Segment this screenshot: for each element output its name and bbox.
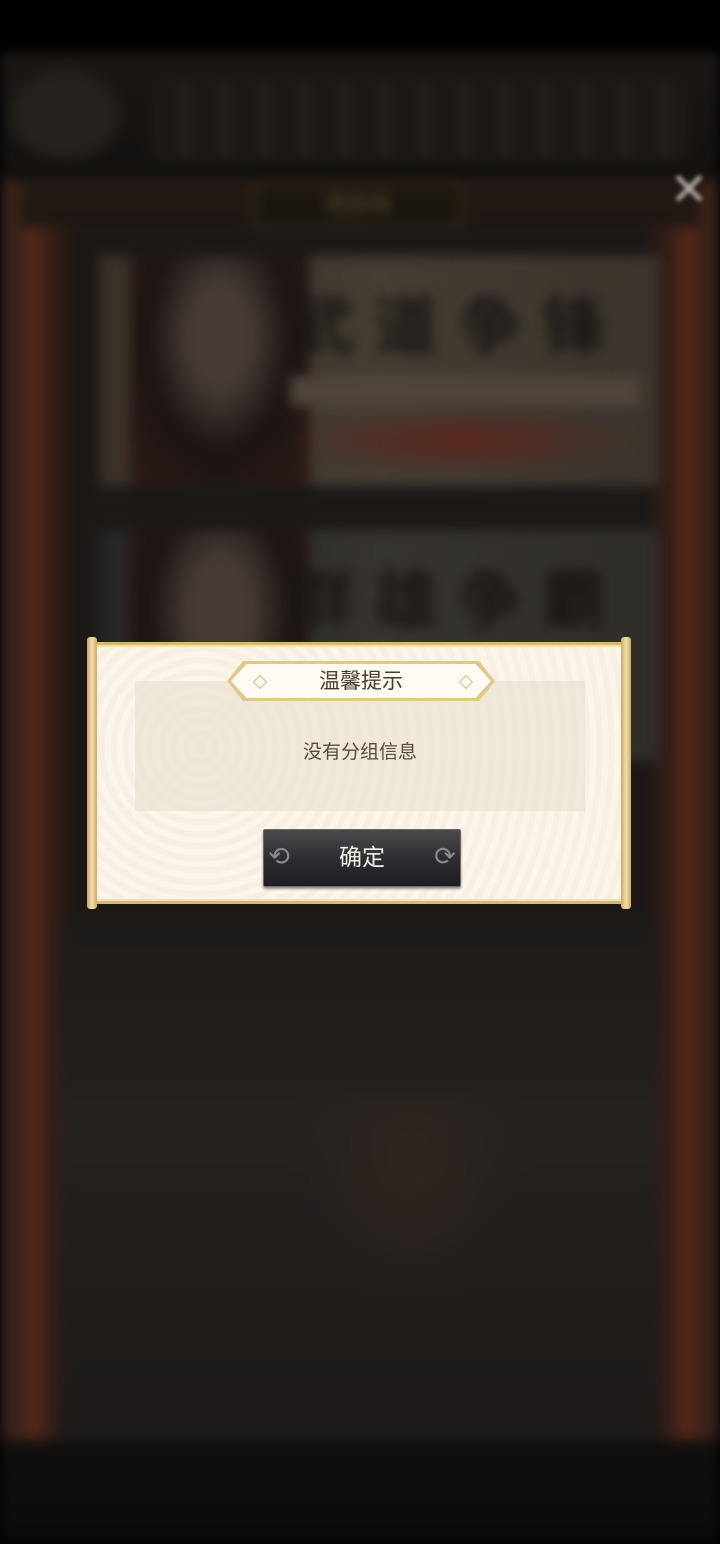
dialog-title: 温馨提示 (319, 669, 403, 693)
notice-dialog: 温馨提示 没有分组信息 ⟲ ⟳ 确定 (87, 637, 631, 909)
scroll-rod-right (621, 637, 631, 909)
confirm-button[interactable]: ⟲ ⟳ 确定 (263, 829, 461, 887)
scroll-rod-left (87, 637, 97, 909)
dialog-message: 没有分组信息 (302, 741, 417, 763)
close-x-icon: ✕ (669, 162, 709, 216)
confirm-button-label: 确定 (339, 845, 385, 871)
game-screen: 竞技场 武道争锋 群雄争霸 ✕ 温馨提示 没有分组信息 ⟲ ⟳ 确定 (0, 0, 720, 1544)
